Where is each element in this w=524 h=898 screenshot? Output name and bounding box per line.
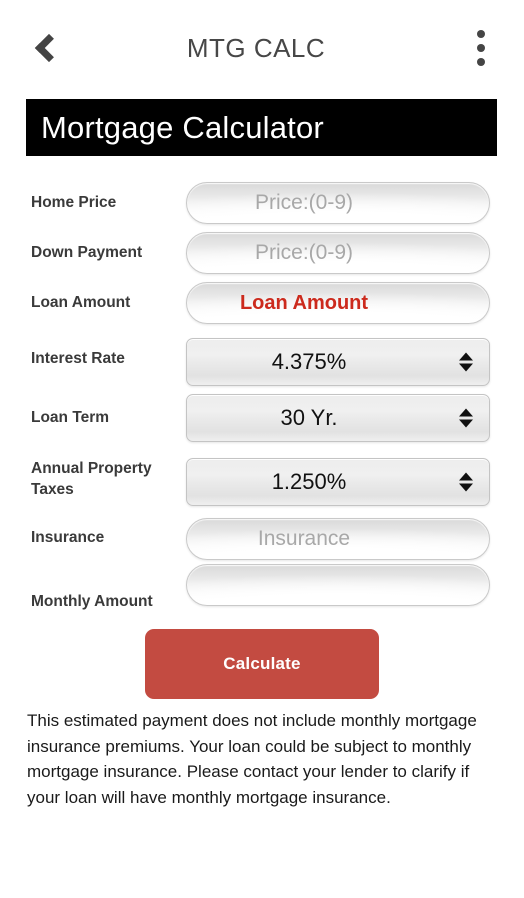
- action-bar: MTG CALC: [0, 0, 524, 96]
- annual-property-taxes-select[interactable]: 1.250%: [186, 458, 490, 506]
- home-price-placeholder: Price:(0-9): [254, 191, 354, 214]
- insurance-input[interactable]: Insurance: [186, 518, 490, 560]
- form-row-down-payment: Down Payment Price:(0-9): [0, 228, 524, 278]
- calculate-button-container: Calculate: [0, 629, 524, 699]
- page-banner: Mortgage Calculator: [26, 99, 497, 156]
- label-interest-rate: Interest Rate: [31, 349, 125, 367]
- chevron-up-icon: [459, 472, 473, 481]
- more-vertical-icon-dot-3: [477, 58, 485, 66]
- spinner-arrows-icon[interactable]: [459, 472, 473, 492]
- home-price-input[interactable]: Price:(0-9): [186, 182, 490, 224]
- loan-term-value: 30 Yr.: [280, 405, 338, 430]
- monthly-amount-input[interactable]: [186, 564, 490, 606]
- form-row-loan-amount: Loan Amount Loan Amount: [0, 278, 524, 330]
- label-loan-term: Loan Term: [31, 408, 110, 426]
- form-row-annual-property-taxes: Annual Property Taxes 1.250%: [0, 448, 524, 512]
- loan-term-select[interactable]: 30 Yr.: [186, 394, 490, 442]
- label-annual-property-taxes: Annual Property Taxes: [31, 460, 152, 498]
- calculate-button[interactable]: Calculate: [145, 629, 379, 699]
- chevron-down-icon: [459, 483, 473, 492]
- disclaimer-text: This estimated payment does not include …: [27, 711, 477, 807]
- field-insurance: Insurance: [186, 518, 490, 560]
- mortgage-calculator-screen: MTG CALC Mortgage Calculator Home Price …: [0, 0, 524, 898]
- form-row-insurance: Insurance Insurance: [0, 512, 524, 564]
- field-loan-amount: Loan Amount: [186, 282, 490, 324]
- chevron-left-icon: [34, 33, 64, 63]
- interest-rate-value: 4.375%: [271, 349, 347, 374]
- chevron-up-icon: [459, 408, 473, 417]
- form-row-monthly-amount: Monthly Amount: [0, 564, 524, 616]
- app-title: MTG CALC: [186, 32, 326, 63]
- label-insurance: Insurance: [31, 528, 105, 546]
- field-monthly-amount: [186, 564, 490, 606]
- overflow-menu-button[interactable]: [452, 17, 510, 79]
- form-row-home-price: Home Price Price:(0-9): [0, 178, 524, 228]
- loan-amount-value: Loan Amount: [239, 291, 369, 314]
- down-payment-placeholder: Price:(0-9): [254, 241, 354, 264]
- field-home-price: Price:(0-9): [186, 182, 490, 224]
- down-payment-input[interactable]: Price:(0-9): [186, 232, 490, 274]
- label-loan-amount: Loan Amount: [31, 293, 131, 311]
- more-vertical-icon-dot-2: [477, 44, 485, 52]
- page-title: Mortgage Calculator: [41, 109, 324, 145]
- label-monthly-amount: Monthly Amount: [31, 592, 153, 610]
- chevron-down-icon: [459, 419, 473, 428]
- spinner-arrows-icon[interactable]: [459, 352, 473, 372]
- label-home-price: Home Price: [31, 193, 117, 211]
- field-annual-property-taxes: 1.250%: [186, 458, 490, 506]
- field-down-payment: Price:(0-9): [186, 232, 490, 274]
- field-interest-rate: 4.375%: [186, 338, 490, 386]
- chevron-down-icon: [459, 363, 473, 372]
- form-row-loan-term: Loan Term 30 Yr.: [0, 388, 524, 448]
- annual-property-taxes-value: 1.250%: [271, 469, 347, 494]
- calculator-form: Home Price Price:(0-9) Down Payment Pric…: [0, 178, 524, 616]
- loan-amount-input[interactable]: Loan Amount: [186, 282, 490, 324]
- chevron-up-icon: [459, 352, 473, 361]
- interest-rate-select[interactable]: 4.375%: [186, 338, 490, 386]
- form-row-interest-rate: Interest Rate 4.375%: [0, 330, 524, 388]
- field-loan-term: 30 Yr.: [186, 394, 490, 442]
- label-down-payment: Down Payment: [31, 243, 143, 261]
- insurance-placeholder: Insurance: [257, 527, 351, 550]
- more-vertical-icon-dot-1: [477, 30, 485, 38]
- spinner-arrows-icon[interactable]: [459, 408, 473, 428]
